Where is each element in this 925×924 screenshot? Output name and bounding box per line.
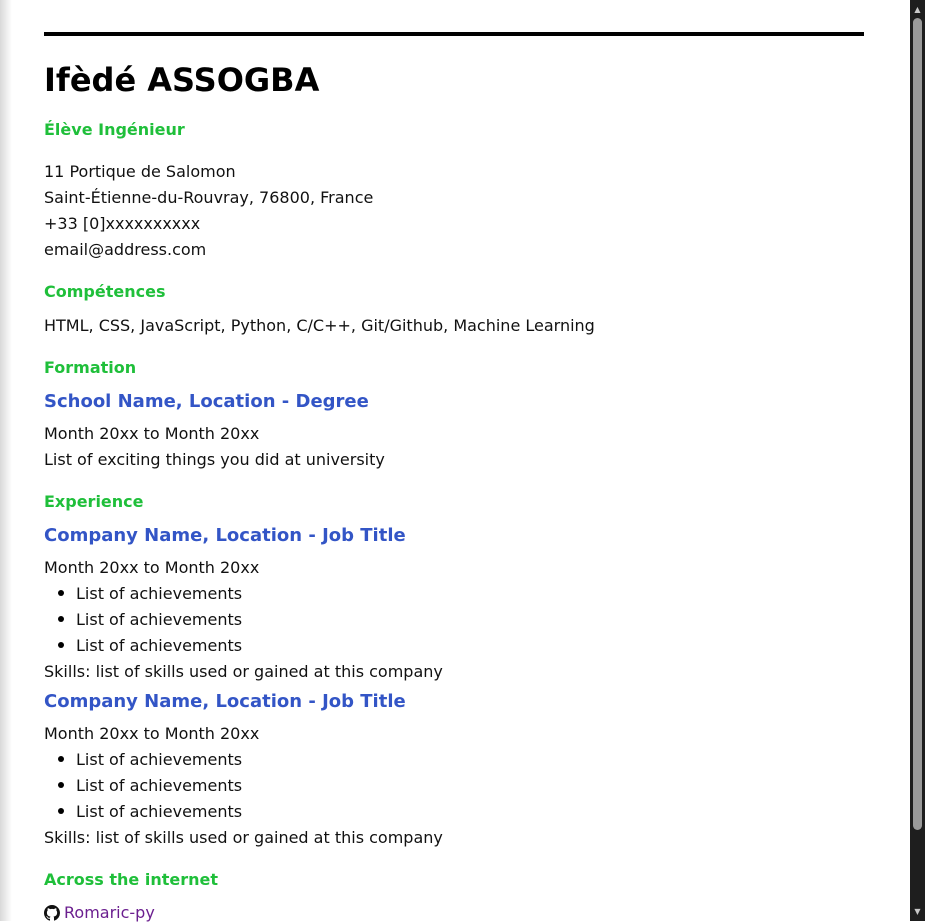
education-entry-title: School Name, Location - Degree xyxy=(44,391,369,412)
bullet-dot xyxy=(58,756,64,762)
achievement-item: List of achievements xyxy=(76,776,243,795)
achievement-item: List of achievements xyxy=(76,636,243,655)
experience-entry-skills: Skills: list of skills used or gained at… xyxy=(44,828,443,847)
achievement-item: List of achievements xyxy=(76,802,243,821)
bullet-dot xyxy=(58,642,64,648)
scrollbar-thumb[interactable] xyxy=(913,18,922,830)
experience-entry-title: Company Name, Location - Job Title xyxy=(44,525,406,546)
experience-entry-dates: Month 20xx to Month 20xx xyxy=(44,724,260,743)
internet-heading: Across the internet xyxy=(44,870,218,889)
vertical-scrollbar[interactable]: ▲ ▼ xyxy=(910,0,925,921)
experience-heading: Experience xyxy=(44,492,144,511)
bullet-dot xyxy=(58,808,64,814)
achievement-item: List of achievements xyxy=(76,750,243,769)
left-edge-shadow xyxy=(0,0,12,921)
skills-list: HTML, CSS, JavaScript, Python, C/C++, Gi… xyxy=(44,316,595,335)
phone-number: +33 [0]xxxxxxxxxx xyxy=(44,214,201,233)
experience-entry-skills: Skills: list of skills used or gained at… xyxy=(44,662,443,681)
address-line-2: Saint-Étienne-du-Rouvray, 76800, France xyxy=(44,188,374,207)
achievement-item: List of achievements xyxy=(76,610,243,629)
achievement-item: List of achievements xyxy=(76,584,243,603)
bullet-dot xyxy=(58,616,64,622)
education-entry-dates: Month 20xx to Month 20xx xyxy=(44,424,260,443)
education-heading: Formation xyxy=(44,358,137,377)
scroll-down-arrow-icon[interactable]: ▼ xyxy=(910,904,925,919)
bullet-dot xyxy=(58,782,64,788)
skills-heading: Compétences xyxy=(44,282,166,301)
experience-entry-dates: Month 20xx to Month 20xx xyxy=(44,558,260,577)
github-icon xyxy=(44,905,60,921)
top-rule xyxy=(44,32,864,36)
resume-name: Ifèdé ASSOGBA xyxy=(44,61,320,99)
scroll-up-arrow-icon[interactable]: ▲ xyxy=(910,2,925,17)
role-title: Élève Ingénieur xyxy=(44,120,185,139)
education-entry-description: List of exciting things you did at unive… xyxy=(44,450,385,469)
bullet-dot xyxy=(58,590,64,596)
address-line-1: 11 Portique de Salomon xyxy=(44,162,236,181)
experience-entry-title: Company Name, Location - Job Title xyxy=(44,691,406,712)
email-address: email@address.com xyxy=(44,240,207,259)
